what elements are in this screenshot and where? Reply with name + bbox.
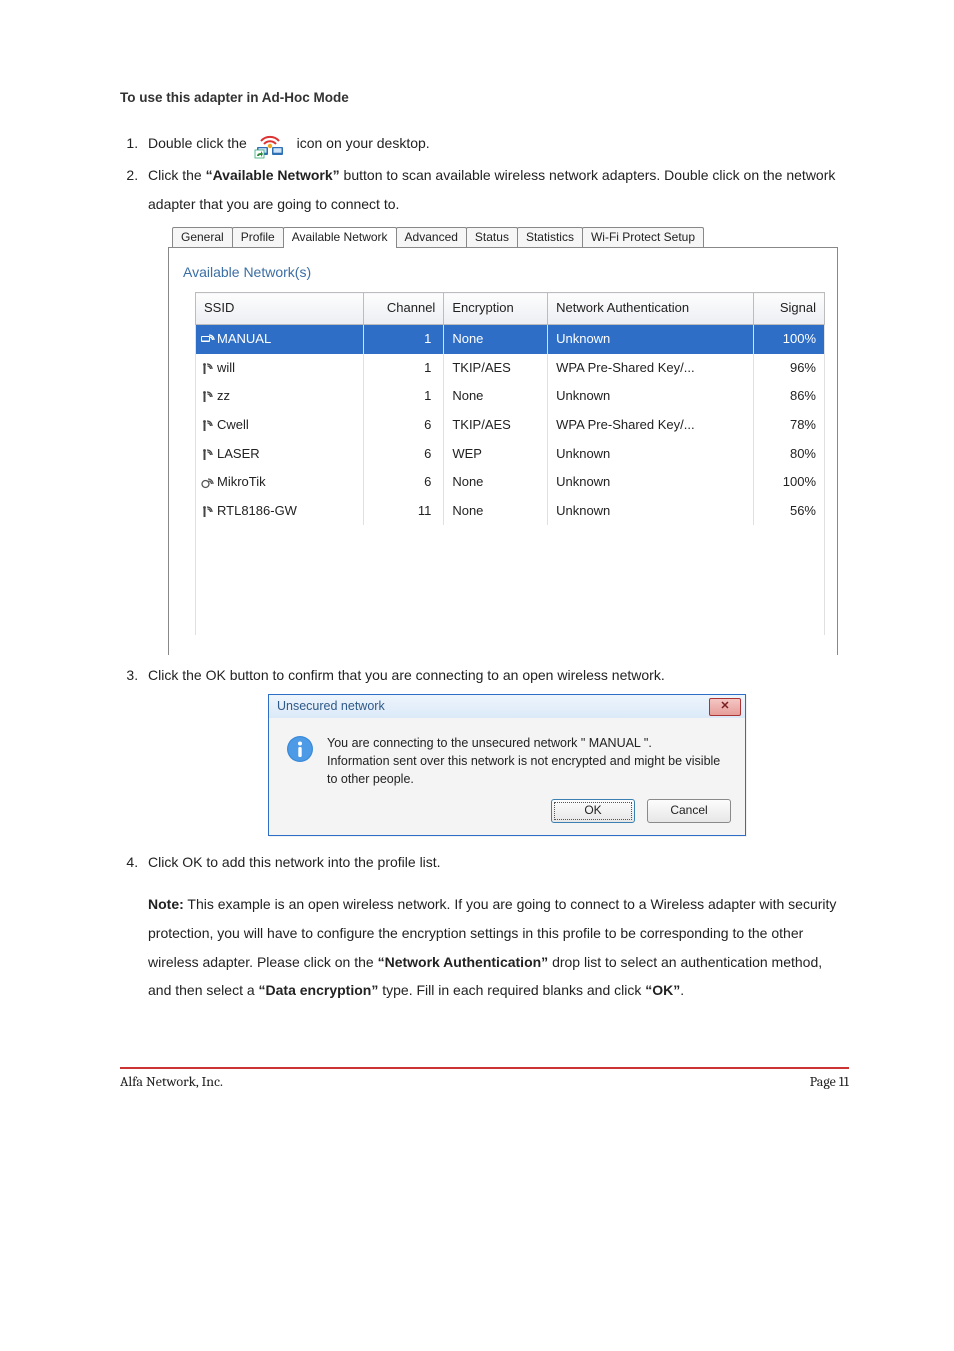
col-auth[interactable]: Network Authentication [548, 293, 754, 325]
network-type-icon [200, 504, 215, 519]
note-t4: . [680, 982, 684, 998]
page-footer: Alfa Network, Inc. Page 11 [120, 1069, 849, 1090]
network-type-icon [200, 361, 215, 376]
networks-table: SSID Channel Encryption Network Authenti… [195, 292, 825, 525]
table-row[interactable]: MikroTik6NoneUnknown100% [196, 468, 825, 497]
close-icon: ✕ [720, 701, 729, 712]
step3-text: Click the OK button to confirm that you … [148, 667, 665, 683]
note-paragraph: Note: This example is an open wireless n… [148, 890, 849, 1005]
desktop-shortcut-icon [253, 129, 287, 159]
note-label: Note: [148, 896, 184, 912]
note-t3: type. Fill in each required blanks and c… [378, 982, 645, 998]
dialog-close-button[interactable]: ✕ [709, 698, 741, 716]
network-type-icon [200, 418, 215, 433]
tab-status[interactable]: Status [466, 227, 518, 247]
network-type-icon [200, 332, 215, 347]
note-b3: “OK” [645, 982, 680, 998]
col-signal[interactable]: Signal [753, 293, 824, 325]
note-b2: “Data encryption” [259, 982, 379, 998]
table-row[interactable]: RTL8186-GW11NoneUnknown56% [196, 497, 825, 526]
network-type-icon [200, 475, 215, 490]
step1-pre: Double click the [148, 135, 251, 151]
unsecured-network-dialog: Unsecured network ✕ [268, 694, 746, 835]
network-type-icon [200, 389, 215, 404]
steps-list: Double click the [120, 129, 849, 1005]
step-4: Click OK to add this network into the pr… [142, 848, 849, 1005]
info-icon [285, 734, 315, 764]
step1-post: icon on your desktop. [297, 135, 430, 151]
table-row[interactable]: LASER6WEPUnknown80% [196, 440, 825, 469]
footer-left: Alfa Network, Inc. [120, 1073, 223, 1090]
tab-general[interactable]: General [172, 227, 233, 247]
step2-a: Click the [148, 167, 206, 183]
table-row[interactable]: zz1NoneUnknown86% [196, 382, 825, 411]
dialog-title: Unsecured network [277, 694, 385, 720]
tab-profile[interactable]: Profile [232, 227, 284, 247]
step2-bold: “Available Network” [206, 167, 340, 183]
tab-statistics[interactable]: Statistics [517, 227, 583, 247]
available-networks-subheading: Available Network(s) [169, 258, 837, 293]
network-type-icon [200, 447, 215, 462]
note-b1: “Network Authentication” [378, 954, 549, 970]
footer-right: Page 11 [810, 1073, 849, 1090]
dialog-line1: You are connecting to the unsecured netw… [327, 734, 731, 752]
step4-text: Click OK to add this network into the pr… [148, 854, 441, 870]
step-3: Click the OK button to confirm that you … [142, 661, 849, 835]
cancel-button[interactable]: Cancel [647, 799, 731, 823]
ok-button[interactable]: OK [551, 799, 635, 823]
table-row[interactable]: MANUAL1NoneUnknown100% [196, 325, 825, 354]
col-ssid[interactable]: SSID [196, 293, 364, 325]
tab-strip: General Profile Available Network Advanc… [168, 225, 838, 248]
col-encryption[interactable]: Encryption [444, 293, 548, 325]
page-heading: To use this adapter in Ad-Hoc Mode [120, 90, 849, 105]
step-2: Click the “Available Network” button to … [142, 161, 849, 655]
tab-available-network[interactable]: Available Network [283, 227, 397, 248]
col-channel[interactable]: Channel [364, 293, 444, 325]
step-1: Double click the [142, 129, 849, 159]
tab-advanced[interactable]: Advanced [396, 227, 467, 247]
available-network-panel: General Profile Available Network Advanc… [168, 225, 838, 656]
table-row[interactable]: will1TKIP/AESWPA Pre-Shared Key/...96% [196, 354, 825, 383]
tab-wifi-protect-setup[interactable]: Wi-Fi Protect Setup [582, 227, 704, 247]
table-row[interactable]: Cwell6TKIP/AESWPA Pre-Shared Key/...78% [196, 411, 825, 440]
dialog-line2: Information sent over this network is no… [327, 752, 731, 788]
